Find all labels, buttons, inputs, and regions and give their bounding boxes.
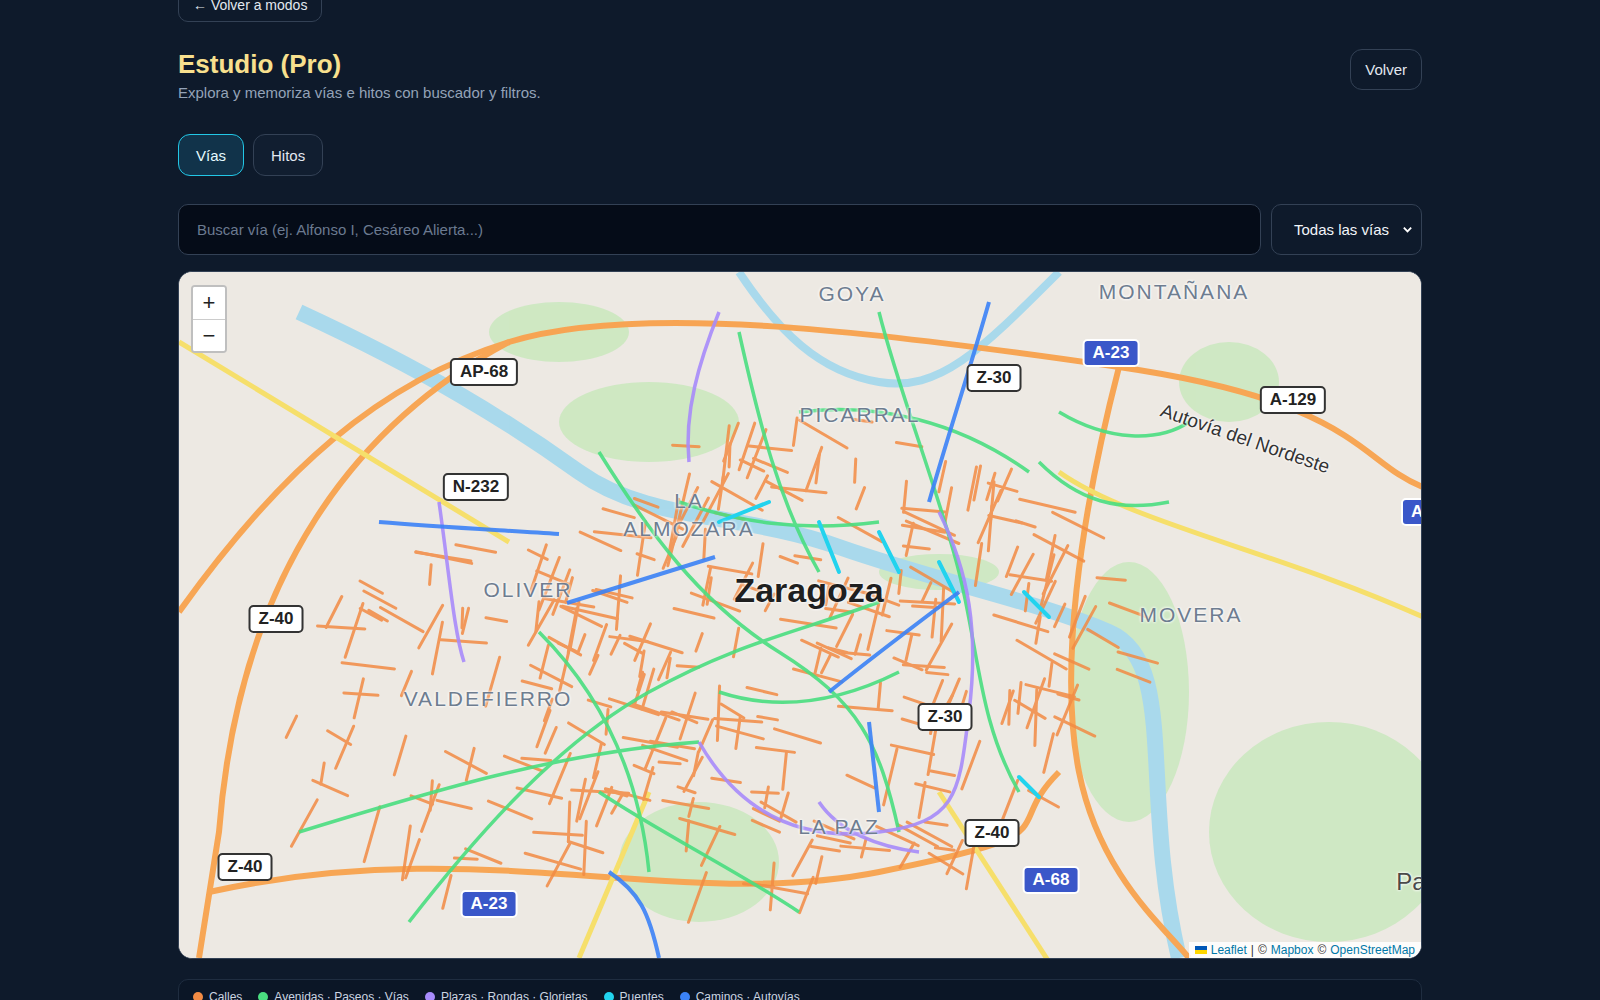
zoom-in-button[interactable]: + <box>193 287 225 319</box>
back-button[interactable]: Volver <box>1350 49 1422 90</box>
legend-dot <box>680 992 690 1000</box>
road-filter-value: Todas las vías <box>1294 221 1389 238</box>
roads-overlay <box>379 302 989 958</box>
legend-label: Calles <box>209 990 242 1000</box>
streets-overlay <box>286 418 1157 922</box>
road-shield: A-129 <box>1260 386 1326 414</box>
road-shield: Z-30 <box>967 364 1022 392</box>
legend-label: Caminos · Autovías <box>696 990 800 1000</box>
attribution-text: © <box>1317 943 1326 957</box>
squares-overlay <box>439 312 973 852</box>
legend-label: Plazas · Rondas · Glorietas <box>441 990 588 1000</box>
place-label: OLIVER <box>483 578 572 602</box>
place-label: Zaragoza <box>734 571 883 610</box>
legend-item: Calles <box>193 990 242 1000</box>
zoom-out-button[interactable]: − <box>193 319 225 351</box>
road-filter-select[interactable]: Todas las vías <box>1271 204 1422 255</box>
road-shield: A-23 <box>461 890 518 918</box>
page-title: Estudio (Pro) <box>178 49 541 80</box>
legend-dot <box>258 992 268 1000</box>
map[interactable]: GOYA MONTAÑANA PICARRAL LA ALMOZARA OLIVER VA… <box>178 271 1422 959</box>
attribution-link[interactable]: Mapbox <box>1271 943 1314 957</box>
legend-dot <box>425 992 435 1000</box>
tab[interactable]: Vías <box>178 134 244 176</box>
title-block: Estudio (Pro) Explora y memoriza vías e … <box>178 49 541 101</box>
content: ← Volver a modos Estudio (Pro) Explora y… <box>178 0 1422 1000</box>
highways <box>179 342 1422 958</box>
avenues-overlay <box>299 312 1189 922</box>
page: ← Volver a modos Estudio (Pro) Explora y… <box>0 0 1600 1000</box>
attribution-text: © <box>1258 943 1267 957</box>
legend-item: Caminos · Autovías <box>680 990 800 1000</box>
place-label: MONTAÑANA <box>1099 280 1250 304</box>
tab-bar: VíasHitos <box>178 134 1422 176</box>
road-shield: Z-40 <box>965 819 1020 847</box>
legend-item: Avenidas · Paseos · Vías <box>258 990 409 1000</box>
place-label: Pa <box>1396 868 1422 896</box>
back-to-modes-button[interactable]: ← Volver a modos <box>178 0 322 22</box>
road-shield: N-232 <box>443 473 509 501</box>
bridges-overlay <box>719 502 1049 797</box>
place-label: VALDEFIERRO <box>404 687 573 711</box>
road-shield: A-2 <box>1401 498 1422 526</box>
place-label: LA ALMOZARA <box>614 487 764 543</box>
motorways <box>179 323 1422 958</box>
legend-item: Plazas · Rondas · Glorietas <box>425 990 588 1000</box>
road-shield: Z-40 <box>249 605 304 633</box>
attribution-text: | <box>1251 943 1254 957</box>
legend-dot <box>193 992 203 1000</box>
legend-label: Puentes <box>620 990 664 1000</box>
road-shield: Z-30 <box>918 703 973 731</box>
place-label: PICARRAL <box>799 403 920 427</box>
attribution-link[interactable]: Leaflet <box>1211 943 1247 957</box>
ukraine-flag-icon <box>1195 946 1207 954</box>
road-shield: AP-68 <box>450 358 518 386</box>
road-shield: Z-40 <box>218 853 273 881</box>
road-shield: A-68 <box>1023 866 1080 894</box>
place-label: MOVERA <box>1139 603 1242 627</box>
legend-dot <box>604 992 614 1000</box>
legend-label: Avenidas · Paseos · Vías <box>274 990 409 1000</box>
attribution-link[interactable]: OpenStreetMap <box>1330 943 1415 957</box>
search-row: Todas las vías <box>178 204 1422 255</box>
header: Estudio (Pro) Explora y memoriza vías e … <box>178 49 1422 101</box>
tab[interactable]: Hitos <box>253 134 323 176</box>
legend-item: Puentes <box>604 990 664 1000</box>
road-shield: A-23 <box>1083 339 1140 367</box>
page-subtitle: Explora y memoriza vías e hitos con busc… <box>178 84 541 101</box>
legend: Calles Avenidas · Paseos · Vías Plazas ·… <box>178 979 1422 1000</box>
map-attribution: Leaflet|©Mapbox©OpenStreetMap <box>1189 942 1421 958</box>
chevron-down-icon <box>1402 224 1413 235</box>
search-input[interactable] <box>178 204 1261 255</box>
place-label: GOYA <box>818 282 885 306</box>
parks <box>489 302 1422 942</box>
place-label: LA PAZ <box>798 815 880 839</box>
zoom-control: + − <box>191 285 227 353</box>
